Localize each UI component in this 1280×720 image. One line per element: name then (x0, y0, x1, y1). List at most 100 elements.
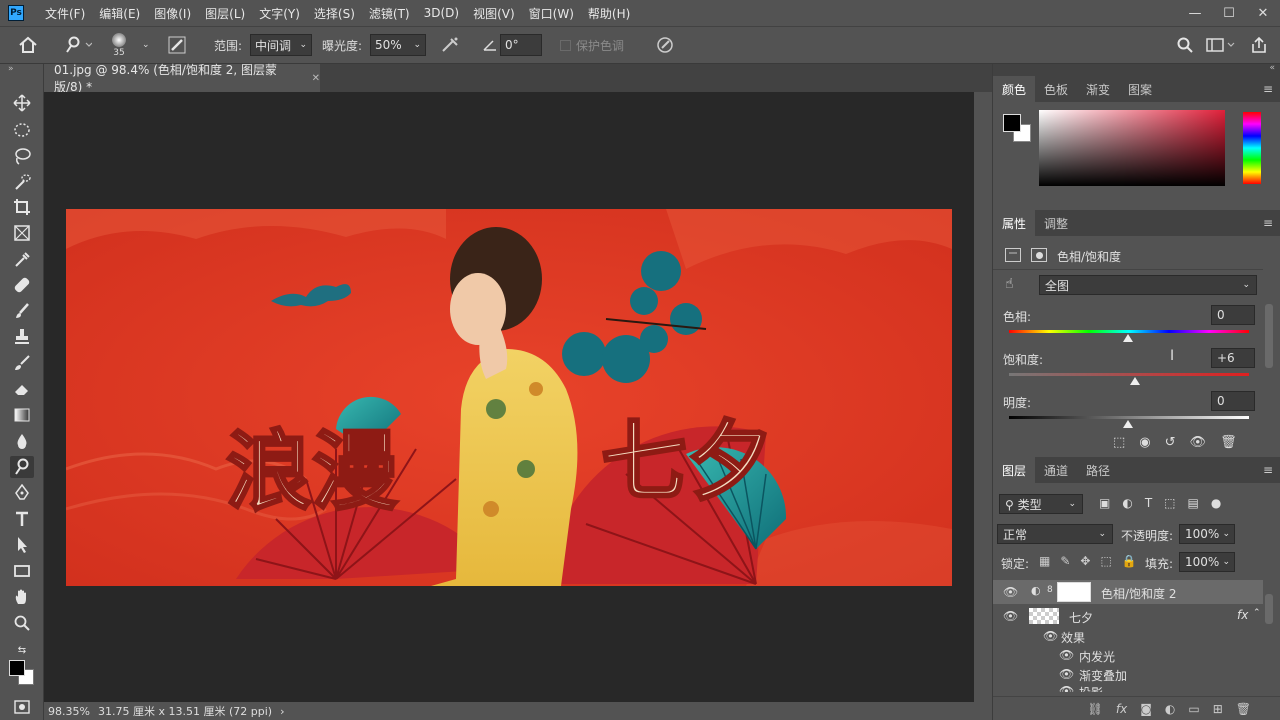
delete-adjustment-icon[interactable]: 🗑 (1220, 435, 1237, 450)
blend-mode-select[interactable]: 正常 ⌄ (997, 524, 1113, 544)
layer-row-qixi[interactable]: 👁 七夕 fx ⌃ (993, 605, 1263, 627)
workspace-icon[interactable] (1206, 27, 1236, 63)
menu-filter[interactable]: 滤镜(T) (369, 5, 410, 22)
tab-layers[interactable]: 图层 (993, 457, 1036, 483)
reset-icon[interactable]: ↺ (1165, 435, 1176, 450)
exposure-input[interactable]: 50% ⌄ (370, 34, 426, 56)
zoom-tool-icon[interactable] (10, 612, 34, 634)
filter-shape-icon[interactable]: ⬚ (1164, 496, 1175, 510)
type-tool-icon[interactable] (10, 508, 34, 530)
tab-adjustments[interactable]: 调整 (1035, 210, 1077, 236)
lock-paint-icon[interactable]: ✎ (1060, 554, 1070, 568)
rectangle-tool-icon[interactable] (10, 560, 34, 582)
path-select-icon[interactable] (10, 534, 34, 556)
protect-tones-checkbox[interactable]: 保护色调 (560, 27, 624, 63)
filter-type-icon[interactable]: T (1145, 496, 1152, 510)
menu-layer[interactable]: 图层(L) (205, 5, 245, 22)
menu-edit[interactable]: 编辑(E) (99, 5, 140, 22)
foreground-color-chip[interactable] (1003, 114, 1021, 132)
home-icon[interactable] (18, 27, 38, 63)
opacity-input[interactable]: 100% ⌄ (1179, 524, 1235, 544)
gradient-tool-icon[interactable] (10, 404, 34, 426)
targeted-adjustment-icon[interactable]: ☝ (1005, 276, 1014, 292)
eyedropper-icon[interactable] (10, 248, 34, 270)
menu-select[interactable]: 选择(S) (314, 5, 355, 22)
saturation-slider-thumb[interactable] (1130, 377, 1140, 385)
chevron-up-icon[interactable]: ⌃ (1253, 608, 1261, 618)
eraser-icon[interactable] (10, 378, 34, 400)
effect-row-drop-shadow[interactable]: 👁 投影 (993, 682, 1263, 692)
quick-select-icon[interactable] (10, 171, 34, 193)
layers-scrollbar[interactable] (1265, 594, 1273, 624)
filter-smart-object-icon[interactable]: ▤ (1188, 496, 1199, 510)
link-icon[interactable]: 8 (1047, 585, 1053, 595)
airbrush-icon[interactable] (440, 27, 460, 63)
layer-row-hue-saturation[interactable]: 👁 ◐ 8 色相/饱和度 2 (993, 580, 1263, 604)
new-adjustment-icon[interactable]: ◐ (1165, 702, 1175, 716)
brush-tool-icon[interactable] (10, 300, 34, 322)
stamp-tool-icon[interactable] (10, 326, 34, 348)
new-layer-icon[interactable]: ⊞ (1213, 702, 1223, 716)
clip-to-layer-icon[interactable]: ⬚ (1113, 435, 1125, 450)
lock-artboard-icon[interactable]: ⬚ (1100, 554, 1111, 568)
menu-image[interactable]: 图像(I) (154, 5, 191, 22)
zoom-level[interactable]: 98.35% (48, 705, 94, 718)
chevron-right-icon[interactable]: › (280, 705, 284, 718)
new-group-icon[interactable]: ▭ (1188, 702, 1199, 716)
tab-properties[interactable]: 属性 (993, 210, 1036, 236)
document-tab[interactable]: 01.jpg @ 98.4% (色相/饱和度 2, 图层蒙版/8) * ✕ (44, 63, 320, 94)
healing-brush-icon[interactable] (10, 274, 34, 296)
menu-type[interactable]: 文字(Y) (259, 5, 300, 22)
hue-input[interactable]: 0 (1211, 305, 1255, 325)
collapse-panels-icon[interactable]: « (1269, 63, 1275, 73)
maximize-icon[interactable]: ☐ (1212, 6, 1246, 21)
brush-settings-icon[interactable] (168, 27, 186, 63)
eye-icon[interactable]: 👁 (1059, 667, 1074, 681)
link-layers-icon[interactable]: ⛓ (1088, 702, 1103, 716)
close-tab-icon[interactable]: ✕ (312, 73, 320, 84)
visibility-icon[interactable]: 👁 (1190, 435, 1207, 450)
filter-toggle-icon[interactable]: ● (1211, 496, 1221, 510)
hue-slider-thumb[interactable] (1123, 334, 1133, 342)
lightness-input[interactable]: 0 (1211, 391, 1255, 411)
lock-all-icon[interactable]: 🔒 (1122, 554, 1137, 568)
menu-window[interactable]: 窗口(W) (529, 5, 574, 22)
menu-3d[interactable]: 3D(D) (424, 6, 459, 20)
fx-icon[interactable]: fx (1237, 608, 1248, 622)
lightness-slider-thumb[interactable] (1123, 420, 1133, 428)
hand-tool-icon[interactable] (10, 586, 34, 608)
canvas-scrollbar[interactable] (974, 92, 992, 702)
search-icon[interactable] (1176, 27, 1194, 63)
add-mask-icon[interactable]: ◙ (1140, 702, 1152, 716)
delete-layer-icon[interactable]: 🗑 (1236, 702, 1251, 716)
collapse-icon[interactable]: » (8, 64, 14, 74)
dodge-tool-active-icon[interactable] (10, 456, 34, 478)
tab-paths[interactable]: 路径 (1077, 457, 1119, 483)
pressure-size-icon[interactable] (656, 27, 674, 63)
panel-menu-icon[interactable]: ≡ (1263, 216, 1273, 230)
swap-colors-icon[interactable]: ⇆ (10, 639, 34, 661)
share-icon[interactable] (1250, 27, 1268, 63)
menu-help[interactable]: 帮助(H) (588, 5, 630, 22)
blur-tool-icon[interactable] (10, 430, 34, 452)
layer-filter-select[interactable]: ⚲ 类型 ⌄ (999, 494, 1083, 514)
brush-preset-picker[interactable]: 35 (112, 27, 126, 63)
color-field[interactable] (1039, 110, 1225, 186)
eye-icon[interactable]: 👁 (1059, 648, 1074, 662)
dodge-tool-icon[interactable] (64, 27, 92, 63)
minimize-icon[interactable]: — (1178, 6, 1212, 21)
tab-color[interactable]: 颜色 (993, 76, 1036, 102)
properties-scrollbar[interactable] (1265, 304, 1273, 368)
panel-menu-icon[interactable]: ≡ (1263, 463, 1273, 477)
frame-tool-icon[interactable] (10, 222, 34, 244)
panel-menu-icon[interactable]: ≡ (1263, 82, 1273, 96)
hue-slider[interactable] (1243, 112, 1261, 184)
filter-pixel-icon[interactable]: ▣ (1099, 496, 1110, 510)
crop-tool-icon[interactable] (10, 196, 34, 218)
tab-patterns[interactable]: 图案 (1119, 76, 1161, 102)
eye-icon[interactable]: 👁 (1059, 684, 1074, 692)
move-tool-icon[interactable] (10, 92, 34, 114)
layer-mask-thumbnail[interactable] (1057, 582, 1091, 602)
lock-position-icon[interactable]: ✥ (1080, 554, 1090, 568)
fill-input[interactable]: 100% ⌄ (1179, 552, 1235, 572)
